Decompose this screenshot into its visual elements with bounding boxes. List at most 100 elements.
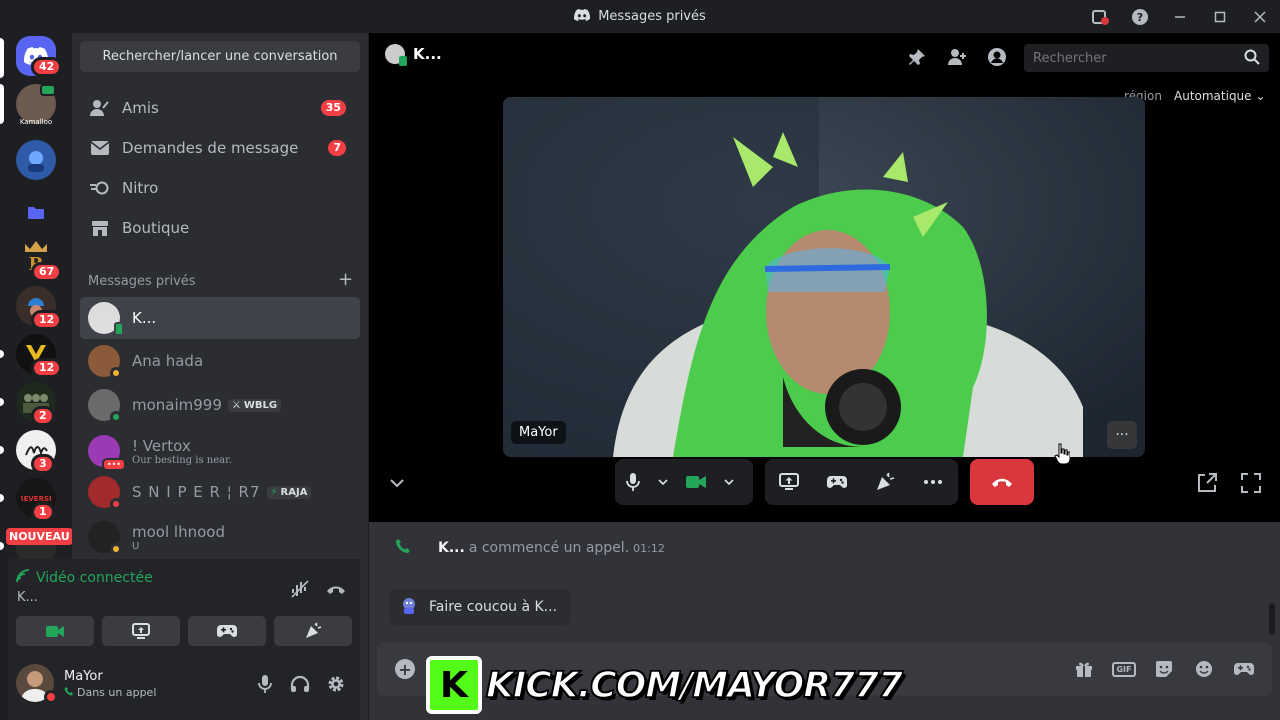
video-toggle-button[interactable]	[16, 616, 94, 646]
dm-item-k[interactable]: K...	[80, 297, 360, 339]
sticker-icon[interactable]	[1152, 657, 1176, 681]
upload-plus-icon[interactable]: +	[395, 659, 415, 679]
microphone-button[interactable]	[615, 462, 651, 502]
nav-label: Boutique	[122, 219, 190, 237]
dm-item-vertox[interactable]: ••• ! Vertox Our besting is near.	[80, 428, 360, 474]
create-dm-plus-icon[interactable]: +	[338, 269, 353, 290]
server-tag: ⚡ RAJA	[266, 485, 312, 499]
inbox-icon[interactable]	[1080, 0, 1120, 33]
user-profile-icon[interactable]	[985, 45, 1009, 69]
main-content: K... région Automatique ⌄	[369, 33, 1280, 720]
video-tile[interactable]: MaYor ···	[503, 97, 1145, 457]
home-selected-pill	[0, 38, 4, 78]
dm-item-sniper[interactable]: S N I P E R ¦ R7 ⚡ RAJA	[80, 471, 360, 513]
maximize-button[interactable]	[1200, 0, 1240, 33]
nav-label: Amis	[122, 99, 159, 117]
phone-icon	[64, 686, 74, 699]
dm-item-mool-lhnood[interactable]: mool lhnood U	[80, 514, 360, 560]
close-button[interactable]	[1240, 0, 1280, 33]
add-friends-icon[interactable]	[945, 45, 969, 69]
nav-nitro[interactable]: Nitro	[80, 169, 360, 207]
audio-video-controls	[615, 459, 753, 505]
phone-icon	[395, 538, 411, 558]
dm-item-monaim999[interactable]: monaim999 ⚔ WBLG	[80, 384, 360, 426]
noise-suppression-icon[interactable]	[288, 577, 312, 601]
gift-icon[interactable]	[1072, 657, 1096, 681]
disconnect-icon[interactable]	[324, 577, 348, 601]
nav-shop[interactable]: Boutique	[80, 209, 360, 247]
camera-button[interactable]	[675, 462, 717, 502]
microphone-icon	[626, 473, 640, 491]
server-pill	[0, 84, 4, 124]
wave-button[interactable]: Faire coucou à K...	[389, 589, 572, 625]
fullscreen-icon[interactable]	[1237, 469, 1265, 497]
message-timestamp: 01:12	[633, 541, 665, 555]
avatar	[88, 302, 124, 336]
friends-badge: 35	[320, 100, 346, 116]
screenshare-icon	[132, 623, 150, 639]
bolt-icon: ⚡	[270, 486, 278, 498]
voice-connected-panel: Vidéo connectée K...	[8, 559, 360, 654]
avatar	[88, 476, 122, 510]
dm-name: mool lhnood	[132, 522, 225, 541]
window-title: Messages privés	[574, 8, 706, 25]
pin-icon[interactable]	[905, 45, 929, 69]
section-dm-label: Messages privés	[88, 274, 196, 289]
unread-pill	[0, 398, 4, 406]
nav-label: Demandes de message	[122, 139, 299, 157]
idle-status-icon	[110, 367, 122, 379]
new-badge: NOUVEAU	[6, 528, 73, 545]
soundboard-button[interactable]	[274, 616, 352, 646]
activity-button[interactable]	[813, 462, 861, 502]
mobile-status-icon	[114, 322, 124, 336]
dm-name: ! Vertox	[132, 436, 191, 455]
dm-item-ana-hada[interactable]: Ana hada	[80, 340, 360, 382]
video-name-label: MaYor	[511, 421, 566, 444]
nitro-icon	[90, 178, 110, 198]
minimize-button[interactable]	[1160, 0, 1200, 33]
avatar	[88, 521, 122, 555]
svg-text:?: ?	[1137, 11, 1143, 24]
soundboard-icon	[877, 472, 895, 490]
call-header: K...	[385, 44, 442, 66]
hang-up-button[interactable]	[970, 459, 1034, 505]
region-select[interactable]: Automatique ⌄	[1174, 89, 1265, 103]
search-input[interactable]	[1024, 44, 1269, 72]
help-icon[interactable]: ?	[1120, 0, 1160, 33]
microphone-icon[interactable]	[253, 672, 277, 696]
server-icon-2[interactable]	[16, 140, 56, 180]
nav-friends[interactable]: Amis 35	[80, 89, 360, 127]
chat-scrollbar[interactable]	[1269, 603, 1275, 635]
typing-status-icon: •••	[101, 458, 126, 471]
gif-icon[interactable]: GIF	[1112, 657, 1136, 681]
more-options-icon[interactable]: ···	[1107, 421, 1137, 449]
emoji-icon[interactable]	[1192, 657, 1216, 681]
collapse-chevron-icon[interactable]	[383, 469, 411, 497]
kick-channel-text: KICK.COM/MAYOR777	[485, 664, 904, 707]
call-started-text: a commencé un appel.	[468, 540, 630, 556]
pop-out-icon[interactable]	[1193, 469, 1221, 497]
settings-gear-icon[interactable]	[324, 672, 348, 696]
stream-overlay: K KICK.COM/MAYOR777	[426, 656, 904, 714]
camera-options-chevron-icon[interactable]	[717, 462, 741, 502]
microphone-options-chevron-icon[interactable]	[651, 462, 675, 502]
find-conversation-button[interactable]: Rechercher/lancer une conversation	[80, 41, 360, 72]
mobile-status-icon	[399, 56, 407, 66]
more-actions-icon[interactable]	[909, 462, 957, 502]
headphones-icon[interactable]	[288, 672, 312, 696]
apps-gamepad-icon[interactable]	[1232, 657, 1256, 681]
activity-button[interactable]	[188, 616, 266, 646]
voice-status-text: Vidéo connectée	[36, 570, 153, 586]
screenshare-button[interactable]	[102, 616, 180, 646]
screenshare-button[interactable]	[765, 462, 813, 502]
chevron-down-icon: ⌄	[1255, 89, 1266, 103]
user-status-text: Dans un appel	[77, 686, 157, 699]
nav-message-requests[interactable]: Demandes de message 7	[80, 129, 360, 167]
dnd-status-icon	[110, 498, 122, 510]
user-name: MaYor	[64, 669, 103, 684]
dm-status-text: U	[132, 540, 140, 552]
dm-name: monaim999	[132, 396, 222, 414]
folder-icon[interactable]	[16, 192, 56, 232]
call-started-message: K... a commencé un appel. 01:12	[395, 538, 665, 558]
soundboard-button[interactable]	[861, 462, 909, 502]
